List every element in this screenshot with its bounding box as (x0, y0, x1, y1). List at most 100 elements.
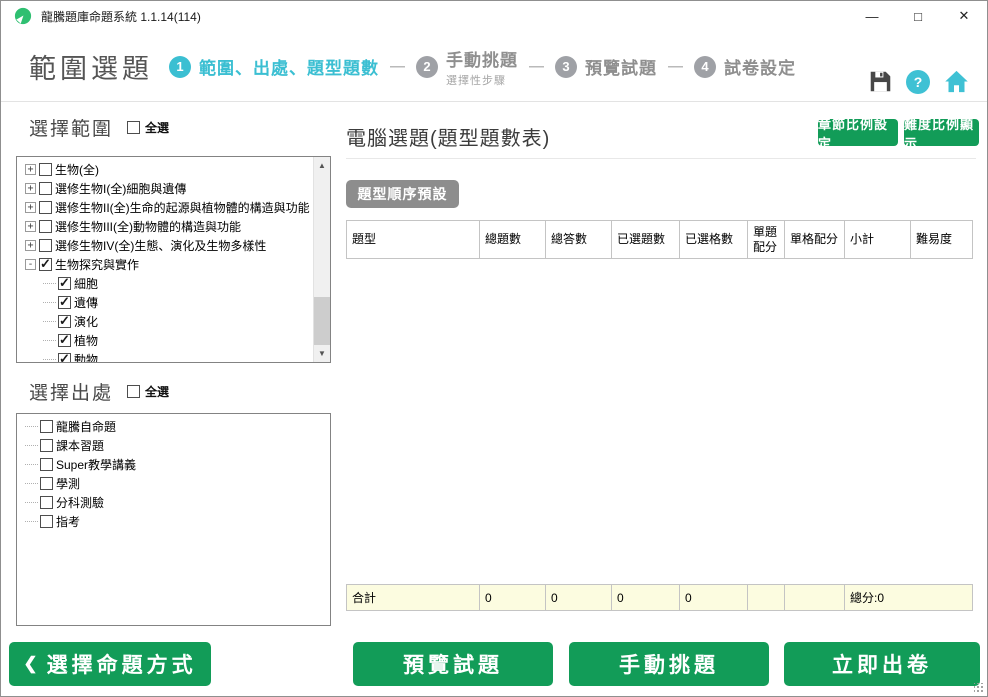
list-item[interactable]: 指考 (22, 512, 330, 531)
list-item[interactable]: Super教學講義 (22, 455, 330, 474)
preview-questions-button[interactable]: 預覽試題 (353, 642, 553, 686)
source-select-all-label: 全選 (145, 383, 169, 400)
tree-connector (25, 521, 38, 522)
tree-item-label: 演化 (74, 313, 98, 330)
column-header: 單格配分 (785, 221, 845, 259)
source-select-all-checkbox[interactable] (127, 385, 140, 398)
column-header: 單題配分 (748, 221, 785, 259)
tree-item-label: 選修生物II(全)生命的起源與植物體的構造與功能 (55, 199, 310, 216)
tree-item[interactable]: -生物探究與實作 (22, 255, 313, 274)
tree-item-label: 細胞 (74, 275, 98, 292)
tree-connector (43, 283, 56, 284)
wizard-step-1[interactable]: 1 範圍、出處、題型題數 (169, 54, 379, 79)
expand-plus-icon[interactable]: + (25, 202, 36, 213)
step-number: 1 (169, 56, 191, 78)
scroll-up-icon[interactable]: ▲ (314, 157, 330, 174)
step-label-wrap: 範圍、出處、題型題數 (199, 54, 379, 79)
scope-select-all-label: 全選 (145, 119, 169, 136)
save-icon[interactable] (869, 70, 892, 93)
tree-item[interactable]: +選修生物IV(全)生態、演化及生物多樣性 (22, 236, 313, 255)
expand-plus-icon[interactable]: + (25, 183, 36, 194)
footer-cell: 0 (480, 585, 546, 611)
expand-plus-icon[interactable]: + (25, 164, 36, 175)
maximize-button[interactable]: □ (895, 1, 941, 31)
list-item[interactable]: 龍騰自命題 (22, 417, 330, 436)
close-button[interactable]: ✕ (941, 1, 987, 31)
tree-item[interactable]: +選修生物I(全)細胞與遺傳 (22, 179, 313, 198)
tree-item[interactable]: +選修生物III(全)動物體的構造與功能 (22, 217, 313, 236)
chevron-left-icon: ❮ (23, 654, 37, 674)
chapter-ratio-button[interactable]: 章節比例設定 (818, 119, 898, 146)
tree-item-checkbox[interactable] (39, 258, 52, 271)
scope-select-all[interactable]: 全選 (127, 119, 169, 136)
generate-paper-button[interactable]: 立即出卷 (784, 642, 980, 686)
manual-pick-button[interactable]: 手動挑題 (569, 642, 769, 686)
list-item[interactable]: 分科測驗 (22, 493, 330, 512)
list-item-checkbox[interactable] (40, 515, 53, 528)
list-item-checkbox[interactable] (40, 458, 53, 471)
home-icon[interactable] (944, 69, 969, 94)
tree-item[interactable]: 細胞 (22, 274, 313, 293)
scope-scrollbar[interactable]: ▲ ▼ (313, 157, 330, 362)
footer-cell: 總分:0 (845, 585, 973, 611)
source-select-all[interactable]: 全選 (127, 383, 169, 400)
tree-item-checkbox[interactable] (58, 315, 71, 328)
tree-item-checkbox[interactable] (58, 334, 71, 347)
step-sublabel: 選擇性步驟 (446, 72, 518, 88)
back-to-mode-button[interactable]: ❮ 選擇命題方式 (9, 642, 211, 686)
tree-connector (25, 483, 38, 484)
collapse-minus-icon[interactable]: - (25, 259, 36, 270)
tree-connector (43, 359, 56, 360)
tree-item[interactable]: 遺傳 (22, 293, 313, 312)
column-header: 已選題數 (612, 221, 680, 259)
tree-item-checkbox[interactable] (39, 182, 52, 195)
help-icon[interactable]: ? (906, 70, 930, 94)
column-header: 小計 (845, 221, 911, 259)
tree-item-checkbox[interactable] (39, 201, 52, 214)
step-label-wrap: 試卷設定 (724, 54, 796, 79)
scroll-down-icon[interactable]: ▼ (314, 345, 330, 362)
difficulty-ratio-button[interactable]: 難度比例顯示 (904, 119, 979, 146)
expand-plus-icon[interactable]: + (25, 221, 36, 232)
step-label: 手動挑題 (446, 46, 518, 71)
tree-connector (25, 445, 38, 446)
tree-item[interactable]: 植物 (22, 331, 313, 350)
footer-cell (785, 585, 845, 611)
source-list: 龍騰自命題課本習題Super教學講義學測分科測驗指考 (17, 414, 330, 625)
scope-tree: +生物(全)+選修生物I(全)細胞與遺傳+選修生物II(全)生命的起源與植物體的… (17, 157, 313, 362)
list-item[interactable]: 學測 (22, 474, 330, 493)
scope-select-all-checkbox[interactable] (127, 121, 140, 134)
wizard-step-3[interactable]: 3預覽試題 (555, 54, 657, 79)
tree-item[interactable]: 動物 (22, 350, 313, 362)
tree-item-checkbox[interactable] (39, 220, 52, 233)
step-label: 試卷設定 (724, 54, 796, 79)
expand-plus-icon[interactable]: + (25, 240, 36, 251)
tree-item-checkbox[interactable] (58, 277, 71, 290)
footer-cell: 0 (612, 585, 680, 611)
minimize-button[interactable]: — (849, 1, 895, 31)
wizard-step-4[interactable]: 4試卷設定 (694, 54, 796, 79)
tree-item-checkbox[interactable] (58, 296, 71, 309)
step-number: 3 (555, 56, 577, 78)
tree-item[interactable]: +生物(全) (22, 160, 313, 179)
tree-item-checkbox[interactable] (39, 163, 52, 176)
footer-cell: 合計 (347, 585, 480, 611)
source-list-box: 龍騰自命題課本習題Super教學講義學測分科測驗指考 (16, 413, 331, 626)
list-item-checkbox[interactable] (40, 496, 53, 509)
tree-item[interactable]: + 選修生物II(全)生命的起源與植物體的構造與功能 (22, 198, 313, 217)
scroll-thumb[interactable] (314, 297, 330, 345)
wizard-stepper: 1範圍、出處、題型題數—2手動挑題選擇性步驟—3預覽試題—4試卷設定 (169, 31, 796, 102)
tree-item-checkbox[interactable] (39, 239, 52, 252)
list-item[interactable]: 課本習題 (22, 436, 330, 455)
tree-item[interactable]: 演化 (22, 312, 313, 331)
scope-section-head: 選擇範圍 全選 (29, 114, 169, 141)
resize-grip[interactable] (974, 683, 984, 693)
question-type-table-footer: 合計0000總分:0 (346, 584, 973, 611)
tree-item-checkbox[interactable] (58, 353, 71, 362)
list-item-checkbox[interactable] (40, 477, 53, 490)
source-title: 選擇出處 (29, 378, 113, 405)
list-item-checkbox[interactable] (40, 420, 53, 433)
type-order-button[interactable]: 題型順序預設 (346, 180, 459, 208)
wizard-step-2[interactable]: 2手動挑題選擇性步驟 (416, 46, 518, 88)
list-item-checkbox[interactable] (40, 439, 53, 452)
